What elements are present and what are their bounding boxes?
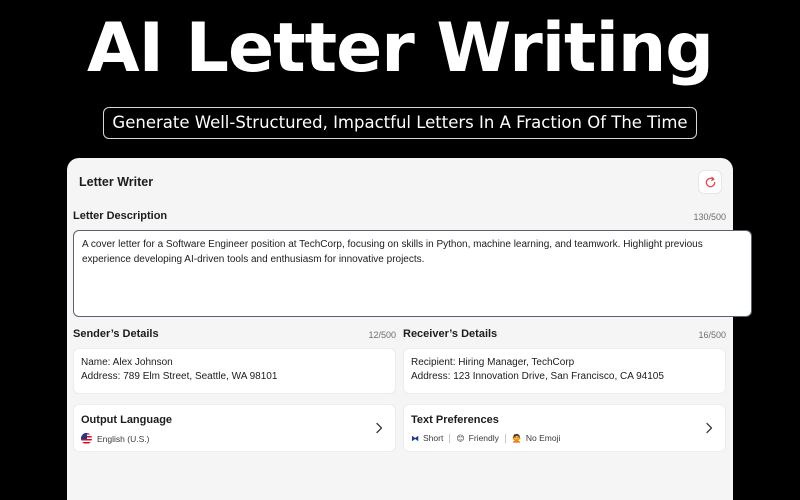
preference-tone: Friendly <box>468 433 499 443</box>
refresh-icon <box>705 176 715 187</box>
text-preferences-values: ⧓ Short 😊 Friendly 🙅 No Emoji <box>411 433 560 443</box>
letter-writer-window: Letter Writer Letter Description 130/500… <box>67 158 752 500</box>
hero-subtitle: Generate Well-Structured, Impactful Lett… <box>103 107 697 139</box>
receiver-char-counter: 16/500 <box>698 330 726 340</box>
window-title: Letter Writer <box>79 175 154 189</box>
hero-subtitle-wrap: Generate Well-Structured, Impactful Lett… <box>0 107 800 139</box>
text-preferences-selector[interactable]: Text Preferences ⧓ Short 😊 Friendly 🙅 No… <box>403 404 726 452</box>
output-language-title: Output Language <box>81 414 173 426</box>
chevron-right-icon <box>376 422 383 434</box>
receiver-details-label: Receiver’s Details <box>403 328 498 340</box>
letter-description-input[interactable]: A cover letter for a Software Engineer p… <box>73 230 752 317</box>
letter-description-label: Letter Description <box>73 210 168 222</box>
sender-details-label: Sender’s Details <box>73 328 159 340</box>
output-language-value-row: English (U.S.) <box>81 433 149 444</box>
sender-details-input[interactable]: Name: Alex Johnson Address: 789 Elm Stre… <box>73 348 396 394</box>
sender-address: Address: 789 Elm Street, Seattle, WA 981… <box>81 371 278 382</box>
sender-name: Name: Alex Johnson <box>81 357 173 368</box>
us-flag-icon <box>81 433 92 444</box>
bowtie-icon: ⧓ <box>411 433 419 443</box>
preference-length: Short <box>423 433 444 443</box>
description-char-counter: 130/500 <box>693 212 726 222</box>
chevron-right-icon <box>706 422 713 434</box>
smiley-icon: 😊 <box>456 433 465 443</box>
receiver-recipient: Recipient: Hiring Manager, TechCorp <box>411 357 575 368</box>
output-language-selector[interactable]: Output Language English (U.S.) <box>73 404 396 452</box>
receiver-details-input[interactable]: Recipient: Hiring Manager, TechCorp Addr… <box>403 348 726 394</box>
no-emoji-icon: 🙅 <box>511 433 522 443</box>
preference-emoji: No Emoji <box>525 433 561 443</box>
text-preferences-title: Text Preferences <box>411 414 499 426</box>
divider <box>449 433 451 443</box>
divider <box>504 433 506 443</box>
sender-char-counter: 12/500 <box>368 330 396 340</box>
receiver-address: Address: 123 Innovation Drive, San Franc… <box>411 371 664 382</box>
output-language-value: English (U.S.) <box>97 433 150 444</box>
hero-title: AI Letter Writing <box>87 9 714 88</box>
refresh-button[interactable] <box>698 170 722 194</box>
